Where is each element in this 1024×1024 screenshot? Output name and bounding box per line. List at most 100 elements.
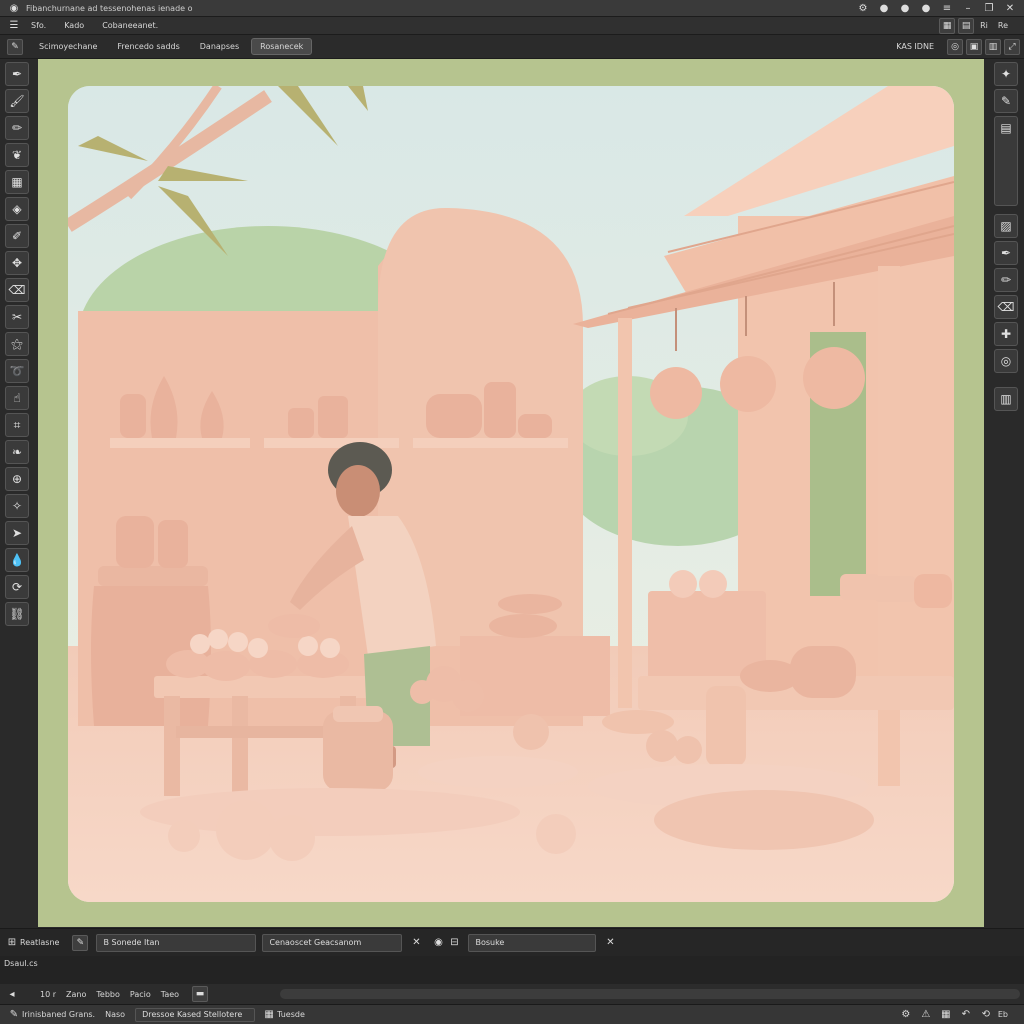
title-bar: ◉ Fibanchurnane ad tessenohenas ienade o…	[0, 0, 1024, 17]
bucket-icon[interactable]: ◈	[5, 197, 29, 221]
brush-icon[interactable]: 🖌	[5, 89, 29, 113]
eye-toggle-icon[interactable]: ◉	[430, 936, 446, 950]
link-icon[interactable]: ⛓	[5, 602, 29, 626]
menu-item-edit[interactable]: Kado	[55, 21, 93, 30]
ruler-icon[interactable]: ⊟	[446, 936, 462, 950]
menu-bar: ☰ Sfo. Kado Cobaneeanet. ▦ ▤ Ri Re	[0, 17, 1024, 35]
zoom-item-2[interactable]: Tebbo	[96, 990, 120, 999]
pencil-icon[interactable]: ✏	[5, 116, 29, 140]
status-page: Tuesde	[277, 1010, 305, 1019]
horizontal-scrollbar[interactable]	[280, 989, 1020, 999]
zoom-value[interactable]: 10 r	[40, 990, 56, 999]
preset-select[interactable]: Cenaoscet Geacsanom	[262, 933, 403, 952]
brush-select[interactable]: B Sonede Itan	[96, 933, 257, 952]
frame-icon[interactable]: ▣	[966, 38, 982, 55]
eraser-icon[interactable]: ⌫	[994, 295, 1018, 319]
grid-toggle-icon[interactable]: ▦	[938, 1008, 954, 1022]
frame-label: Dsaul.cs	[4, 959, 38, 968]
rotate-icon[interactable]: ⟳	[5, 575, 29, 599]
tab-4[interactable]: Rosanecek	[251, 38, 313, 55]
tab-bar: ✎ Scimoyechane Frencedo sadds Danapses R…	[0, 35, 1024, 59]
compass-icon[interactable]: ✚	[994, 322, 1018, 346]
tool-options-icon[interactable]: ✎	[7, 38, 23, 55]
grid-icon[interactable]: ▦	[5, 170, 29, 194]
window-title: Fibanchurnane ad tessenohenas ienade o	[26, 3, 193, 13]
eraser-icon[interactable]: ⌫	[5, 278, 29, 302]
canvas-artwork[interactable]	[68, 86, 954, 902]
panel-label: Reatlasne	[20, 938, 60, 947]
layer-icon[interactable]: ▤	[994, 116, 1018, 206]
top-right-label-2[interactable]: Re	[998, 21, 1008, 30]
status-left: Irinisbaned Grans.	[22, 1010, 96, 1019]
close-options-icon[interactable]: ✕	[602, 936, 618, 950]
pencil-icon[interactable]: ✏	[994, 268, 1018, 292]
mode-select[interactable]: Bosuke	[468, 933, 597, 952]
expand-icon[interactable]: ⤢	[1004, 38, 1020, 55]
scroll-left-icon[interactable]: ◂	[4, 987, 20, 1001]
star-icon[interactable]: ✧	[5, 494, 29, 518]
layout-icon[interactable]: ▤	[958, 17, 975, 34]
eye-icon[interactable]: ◉	[6, 1, 22, 15]
artwork-illustration	[68, 86, 954, 902]
close-icon[interactable]: ●	[918, 1, 934, 15]
page-icon: ▦	[264, 1009, 274, 1020]
maximize-icon[interactable]: ●	[897, 1, 913, 15]
warning-icon[interactable]: ⚠	[918, 1008, 934, 1022]
restore-icon[interactable]: ❐	[981, 1, 997, 15]
zoom-item-3[interactable]: Pacio	[130, 990, 151, 999]
undo-icon[interactable]: ↶	[958, 1008, 974, 1022]
settings-icon[interactable]: ⚙	[855, 1, 871, 15]
brush-settings-icon[interactable]: ✎	[72, 934, 89, 951]
swatch-icon[interactable]: ▨	[994, 214, 1018, 238]
right-toolbar: ✦ ✎ ▤ ▨ ✒ ✏ ⌫ ✚ ◎ ▥	[992, 60, 1020, 414]
lasso-icon[interactable]: ➰	[5, 359, 29, 383]
cross-icon[interactable]: ✕	[408, 936, 424, 950]
scissors-icon[interactable]: ✂	[5, 305, 29, 329]
status-right: Eb	[997, 1010, 1008, 1019]
panel-icon[interactable]: ▥	[994, 387, 1018, 411]
fit-icon[interactable]: ▬	[192, 986, 209, 1002]
window-close-icon[interactable]: ✕	[1002, 1, 1018, 15]
pen-icon[interactable]: ✒	[994, 241, 1018, 265]
zoom-row: ◂ 10 r Zano Tebbo Pacio Taeo ▬	[0, 984, 1024, 1004]
zoom-item-1[interactable]: Zano	[66, 990, 86, 999]
left-toolbar: ✒ 🖌 ✏ ❦ ▦ ◈ ✐ ✥ ⌫ ✂ ⚝ ➰ ☝ ⌗ ❧ ⊕ ✧ ➤ 💧 ⟳ …	[3, 60, 31, 629]
droplet-icon[interactable]: 💧	[5, 548, 29, 572]
transform-icon[interactable]: ✥	[5, 251, 29, 275]
tool-options-bar: ⊞ Reatlasne ✎ B Sonede Itan Cenaoscet Ge…	[0, 928, 1024, 956]
pen-icon[interactable]: ✒	[5, 62, 29, 86]
cursor-icon[interactable]: ➤	[5, 521, 29, 545]
zoom-item-4[interactable]: Taeo	[161, 990, 179, 999]
circle-icon[interactable]: ◎	[947, 38, 963, 55]
brush-status-icon: ✎	[9, 1009, 19, 1020]
leaf-icon[interactable]: ❧	[5, 440, 29, 464]
brush-icon[interactable]: ✎	[994, 89, 1018, 113]
panel-icon[interactable]: ▥	[985, 38, 1001, 55]
wand-icon[interactable]: ✦	[994, 62, 1018, 86]
feather-icon[interactable]: ❦	[5, 143, 29, 167]
crop-icon[interactable]: ⌗	[5, 413, 29, 437]
minimize-icon[interactable]: ●	[876, 1, 892, 15]
menu-item-view[interactable]: Cobaneeanet.	[93, 21, 167, 30]
document-name[interactable]: Dressoe Kased Stellotere	[135, 1007, 256, 1022]
menu-item-file[interactable]: Sfo.	[22, 21, 55, 30]
smudge-icon[interactable]: ☝	[5, 386, 29, 410]
quill-icon[interactable]: ✐	[5, 224, 29, 248]
layers-icon[interactable]: ⊞	[4, 936, 20, 950]
minus-icon[interactable]: –	[960, 1, 976, 15]
tab-2[interactable]: Frencedo sadds	[109, 39, 187, 54]
gear-icon[interactable]: ⚙	[898, 1008, 914, 1022]
app-menu-icon[interactable]: ☰	[6, 19, 22, 33]
status-mid: Naso	[105, 1010, 126, 1019]
grid-view-icon[interactable]: ▦	[939, 17, 956, 34]
tab-1[interactable]: Scimoyechane	[31, 39, 105, 54]
wand-icon[interactable]: ⚝	[5, 332, 29, 356]
history-icon[interactable]: ⟲	[978, 1008, 994, 1022]
top-right-label-1[interactable]: Ri	[980, 21, 988, 30]
target-icon[interactable]: ◎	[994, 349, 1018, 373]
tab-right-label: KAS IDNE	[896, 42, 934, 51]
target-icon[interactable]: ⊕	[5, 467, 29, 491]
tab-3[interactable]: Danapses	[192, 39, 247, 54]
menu-icon[interactable]: ≡	[939, 1, 955, 15]
status-bar: ✎ Irinisbaned Grans. Naso Dressoe Kased …	[0, 1004, 1024, 1024]
